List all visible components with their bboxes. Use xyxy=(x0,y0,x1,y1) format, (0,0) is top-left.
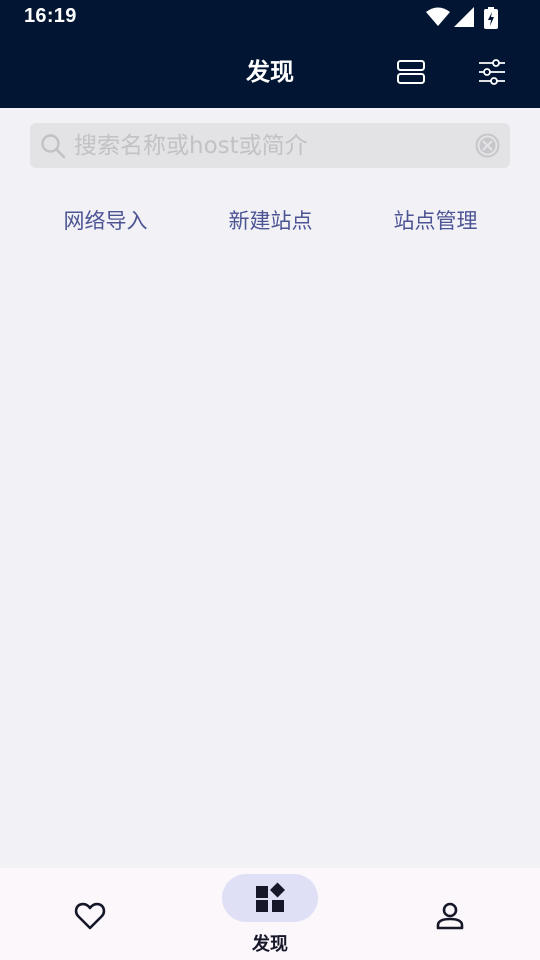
clear-search-icon[interactable] xyxy=(475,133,500,158)
nav-item-discover[interactable]: 发现 xyxy=(180,868,360,960)
person-icon xyxy=(436,902,464,930)
battery-charging-icon xyxy=(484,7,498,29)
nav-label-discover: 发现 xyxy=(252,934,288,955)
search-input[interactable] xyxy=(74,129,454,162)
search-icon xyxy=(41,134,66,159)
signal-icon xyxy=(454,7,474,27)
nav-item-favorites[interactable] xyxy=(0,868,180,960)
widgets-icon xyxy=(256,882,285,912)
wifi-icon xyxy=(426,7,450,26)
site-management-button[interactable]: 站点管理 xyxy=(353,203,518,239)
content-area xyxy=(0,250,540,860)
action-row: 网络导入 新建站点 站点管理 xyxy=(0,203,540,239)
active-indicator xyxy=(222,874,318,922)
page-title: 发现 xyxy=(246,58,294,86)
app-bar: 发现 xyxy=(0,36,540,108)
nav-item-profile[interactable] xyxy=(360,868,540,960)
status-time: 16:19 xyxy=(24,5,77,27)
network-import-button[interactable]: 网络导入 xyxy=(23,203,188,239)
search-box xyxy=(30,123,510,168)
heart-icon xyxy=(74,902,106,930)
new-site-button[interactable]: 新建站点 xyxy=(188,203,353,239)
layout-toggle-button[interactable] xyxy=(393,54,429,90)
layout-toggle-icon xyxy=(397,60,425,84)
filter-sliders-icon xyxy=(479,59,505,85)
bottom-nav: 发现 xyxy=(0,868,540,960)
filter-button[interactable] xyxy=(474,54,510,90)
status-bar: 16:19 xyxy=(0,0,540,36)
